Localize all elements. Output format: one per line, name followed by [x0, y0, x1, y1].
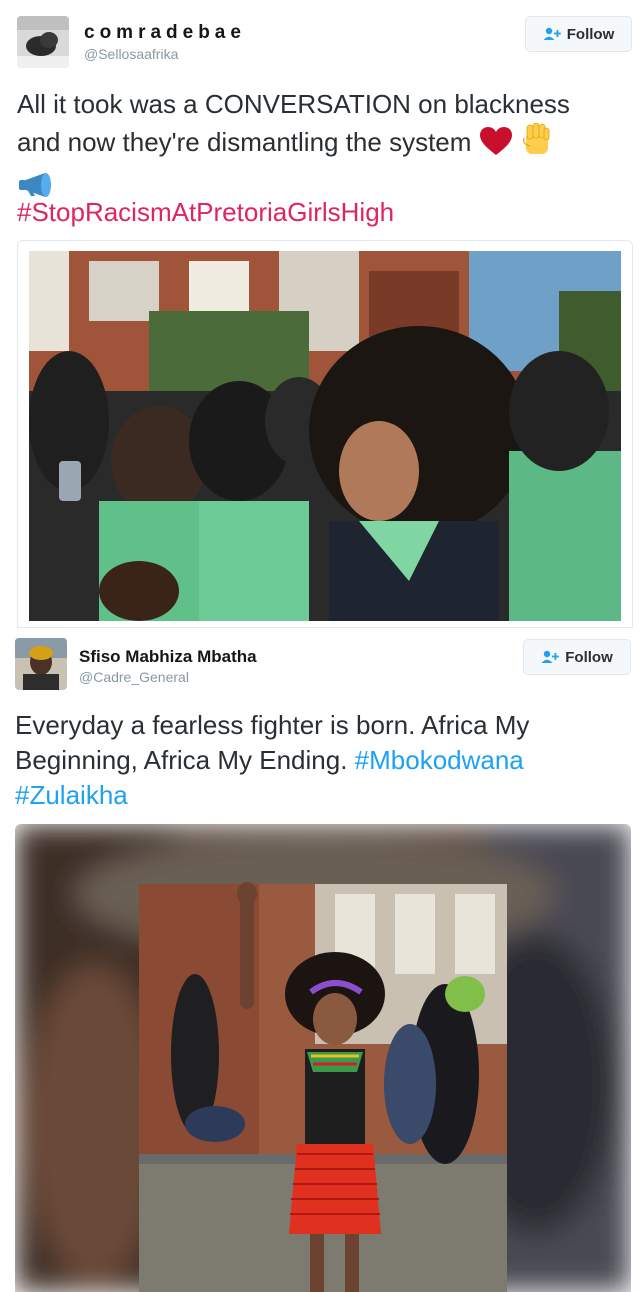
tweet-photo[interactable] — [15, 824, 631, 1292]
raised-fist-icon — [520, 122, 554, 167]
display-name[interactable]: Sfiso Mabhiza Mbatha — [79, 647, 257, 667]
avatar[interactable] — [17, 16, 69, 68]
tweet-text: All it took was a CONVERSATION on blackn… — [17, 86, 617, 207]
red-heart-icon — [479, 126, 513, 165]
tweet-card: comradebae @Sellosaafrika Follow All it … — [0, 0, 641, 628]
tweet-text: Everyday a fearless fighter is born. Afr… — [15, 708, 615, 813]
hashtag-link[interactable]: #Mbokodwana — [355, 745, 524, 775]
follow-button[interactable]: Follow — [525, 16, 632, 52]
avatar[interactable] — [15, 638, 67, 690]
display-name[interactable]: comradebae — [84, 22, 246, 44]
tweet-photo-frame[interactable] — [17, 240, 633, 628]
follow-label: Follow — [566, 25, 615, 43]
add-user-icon — [543, 27, 561, 40]
hashtag-link[interactable]: #StopRacismAtPretoriaGirlsHigh — [17, 194, 394, 230]
tweet-card: Sfiso Mabhiza Mbatha @Cadre_General Foll… — [0, 628, 641, 1292]
tweet-photo[interactable] — [29, 251, 621, 621]
follow-button[interactable]: Follow — [523, 639, 631, 675]
follow-label: Follow — [565, 648, 613, 666]
user-handle[interactable]: @Cadre_General — [79, 669, 189, 685]
add-user-icon — [541, 650, 560, 663]
user-handle[interactable]: @Sellosaafrika — [84, 46, 178, 62]
hashtag-link[interactable]: #Zulaikha — [15, 780, 128, 810]
